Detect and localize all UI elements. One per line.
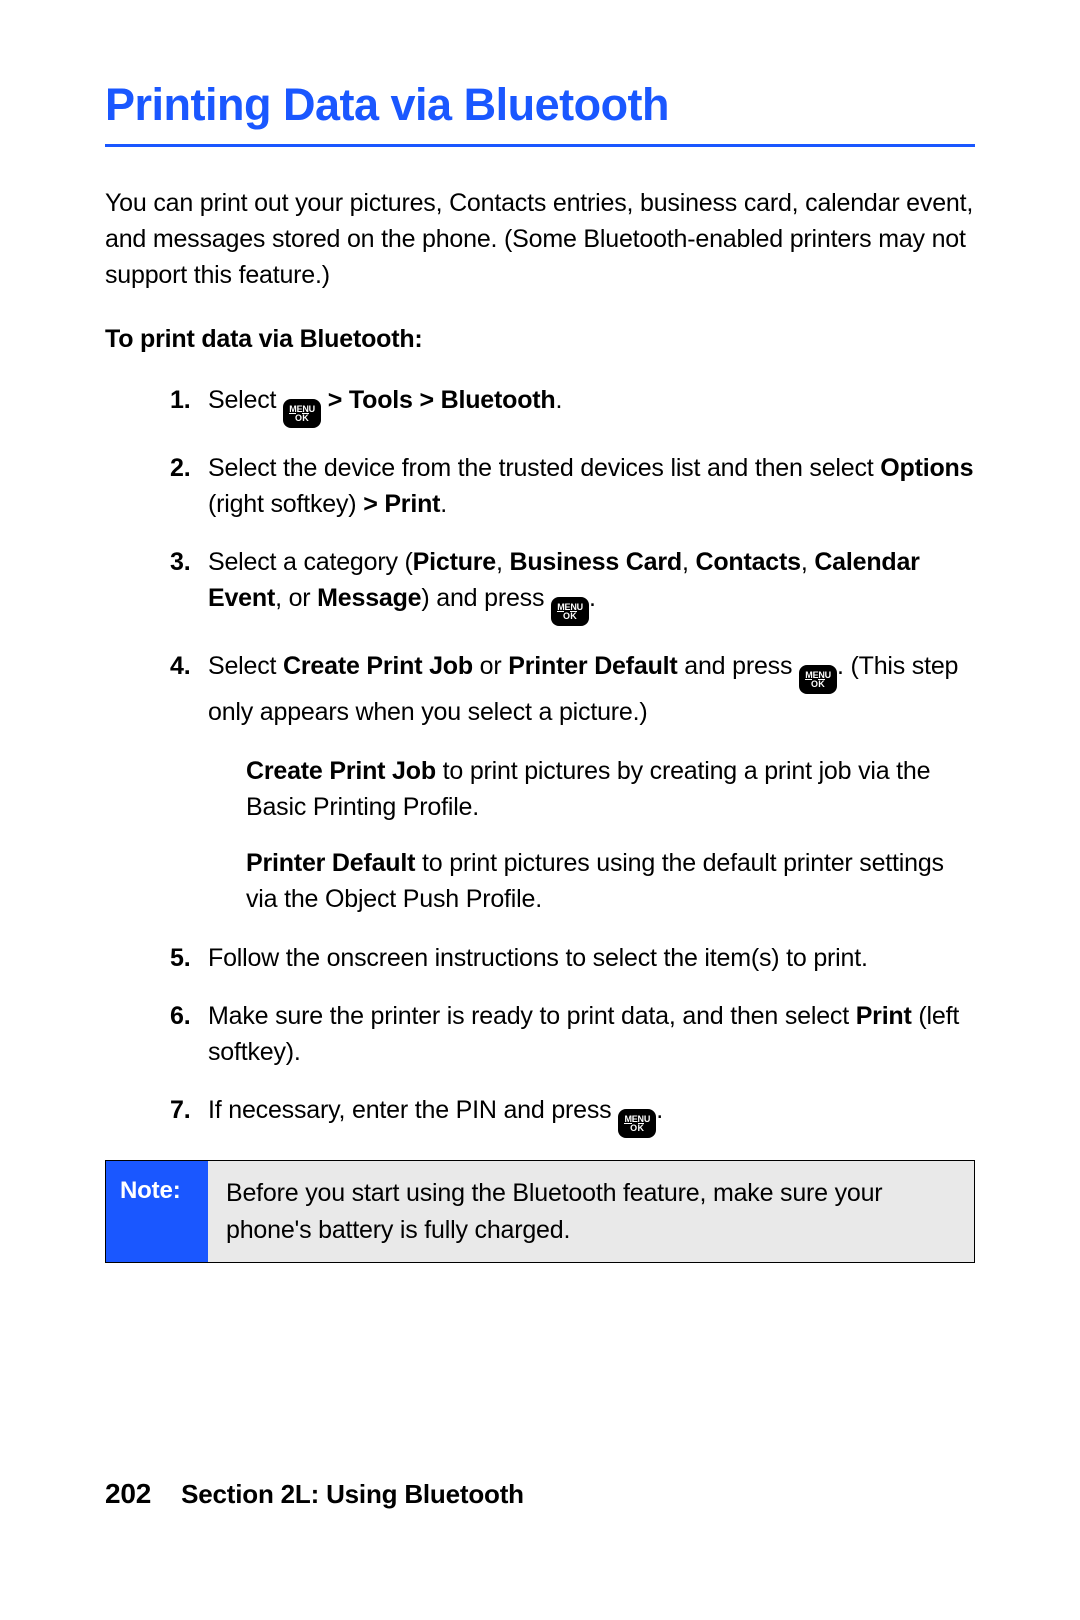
- step-bold: Create Print Job: [283, 652, 473, 680]
- procedure-steps: Select MENUOK > Tools > Bluetooth. Selec…: [105, 382, 975, 1139]
- step-text: .: [555, 386, 562, 414]
- step-bold: Picture: [413, 548, 496, 576]
- page-footer: 202 Section 2L: Using Bluetooth: [105, 1478, 524, 1510]
- step-text: and press: [678, 652, 799, 680]
- step-7: If necessary, enter the PIN and press ME…: [170, 1092, 975, 1138]
- page-title: Printing Data via Bluetooth: [105, 80, 975, 130]
- step-bold: Business Card: [510, 548, 682, 576]
- step-text: ,: [682, 548, 696, 576]
- section-label: Section 2L: Using Bluetooth: [181, 1479, 524, 1510]
- step-bold: Message: [317, 584, 421, 612]
- step-text: (right softkey): [208, 490, 363, 518]
- step-text: .: [656, 1096, 663, 1124]
- step-text: .: [440, 490, 447, 518]
- document-page: Printing Data via Bluetooth You can prin…: [0, 0, 1080, 1620]
- note-body: Before you start using the Bluetooth fea…: [208, 1161, 974, 1262]
- step-3: Select a category (Picture, Business Car…: [170, 544, 975, 626]
- menu-ok-icon: MENUOK: [551, 597, 589, 626]
- page-number: 202: [105, 1478, 151, 1510]
- note-box: Note: Before you start using the Bluetoo…: [105, 1160, 975, 1263]
- procedure-heading: To print data via Bluetooth:: [105, 321, 975, 357]
- step-4-sub2: Printer Default to print pictures using …: [246, 845, 975, 918]
- step-bold: Contacts: [695, 548, 800, 576]
- step-text: Make sure the printer is ready to print …: [208, 1002, 856, 1030]
- note-label: Note:: [106, 1161, 208, 1262]
- step-bold: Options: [880, 454, 973, 482]
- step-bold: Print: [856, 1002, 912, 1030]
- step-4: Select Create Print Job or Printer Defau…: [170, 648, 975, 917]
- step-4-subitems: Create Print Job to print pictures by cr…: [246, 753, 975, 918]
- step-bold: Printer Default: [508, 652, 677, 680]
- step-bold: > Print: [363, 490, 440, 518]
- step-5: Follow the onscreen instructions to sele…: [170, 940, 975, 976]
- step-bold: Create Print Job: [246, 757, 436, 785]
- menu-ok-icon: MENUOK: [618, 1109, 656, 1138]
- menu-ok-icon: MENUOK: [799, 665, 837, 694]
- step-text: Select: [208, 652, 283, 680]
- step-text: or: [473, 652, 508, 680]
- step-1: Select MENUOK > Tools > Bluetooth.: [170, 382, 975, 428]
- step-text: Select the device from the trusted devic…: [208, 454, 880, 482]
- step-text: Follow the onscreen instructions to sele…: [208, 944, 868, 972]
- step-bold: Printer Default: [246, 849, 415, 877]
- step-2: Select the device from the trusted devic…: [170, 450, 975, 523]
- step-text: ,: [496, 548, 510, 576]
- step-text: .: [589, 584, 596, 612]
- step-text: ,: [801, 548, 815, 576]
- step-bold: > Tools > Bluetooth: [321, 386, 555, 414]
- title-underline: [105, 144, 975, 147]
- step-text: Select: [208, 386, 283, 414]
- step-text: , or: [275, 584, 317, 612]
- intro-paragraph: You can print out your pictures, Contact…: [105, 185, 975, 294]
- step-text: ) and press: [421, 584, 551, 612]
- menu-ok-icon: MENUOK: [283, 399, 321, 428]
- step-text: If necessary, enter the PIN and press: [208, 1096, 618, 1124]
- step-text: Select a category (: [208, 548, 413, 576]
- step-6: Make sure the printer is ready to print …: [170, 998, 975, 1071]
- step-4-sub1: Create Print Job to print pictures by cr…: [246, 753, 975, 826]
